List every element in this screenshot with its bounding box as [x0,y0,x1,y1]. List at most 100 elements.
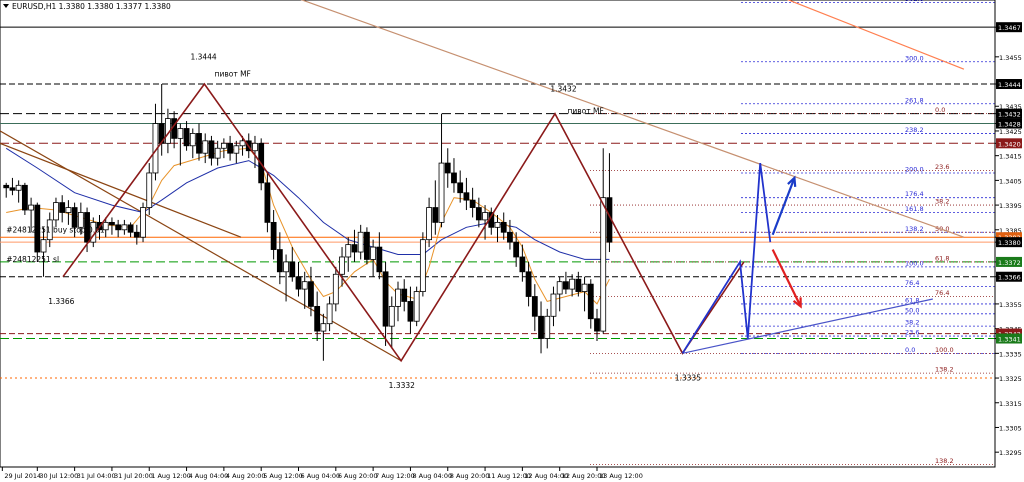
candle-body [401,288,408,302]
fib-level-blue-label: 161.8 [905,205,924,213]
price-label: 1.3305 [999,424,1022,432]
candle-body [283,261,289,273]
candle-body [65,207,72,213]
candle-body [320,323,327,332]
fib-level-red-label: 138.2 [935,366,954,374]
chart-annotation: #24812251 sl [6,255,59,264]
fib-level-blue-label: 23.6 [905,329,919,337]
candle-body [482,212,488,221]
candle-body [233,145,240,154]
price-label: 1.3405 [999,177,1022,185]
candle-body [463,192,470,201]
candle-body [189,133,196,147]
candle-body [276,249,283,273]
candle-body [594,318,600,332]
candle-body [451,172,457,184]
candle-body [563,281,569,290]
price-label: 1.3295 [999,449,1022,457]
time-label: 4 Aug 04:00 [189,472,229,480]
candle-body [457,182,464,194]
candle-body [364,231,370,260]
candle-body [220,142,227,149]
candle-body [513,241,520,258]
candle-body [40,239,47,253]
fib-level-blue-label: 261.8 [905,96,924,104]
candle-body [214,147,221,159]
candle-body [438,162,445,223]
candle-body [395,288,401,307]
price-label: 1.3467 [998,24,1021,32]
chart-annotation: #24812251 buy stop 0.01 [6,225,105,234]
candle-body [3,184,10,189]
candle-body [475,207,482,221]
candle-body [544,315,551,339]
chart-annotation: 1.3335 [675,374,701,383]
fib-level-blue-label: 361.8 [905,0,924,3]
price-label: 1.3325 [999,375,1022,383]
candle-body [21,184,28,211]
price-label: 1.3395 [999,202,1022,210]
candle-body [127,224,134,233]
candle-body [413,291,420,322]
fib-level-red-label: 138.2 [935,457,954,465]
candle-body [301,281,308,290]
candle-body [569,278,576,290]
price-chart[interactable]: 361.8 300.0 261.8 238.2 200.0 176.4 161.8 138.2… [0,0,1024,482]
time-label: 30 Jul 12:00 [39,472,78,480]
fib-level-blue-label: 138.2 [905,225,924,233]
candle-body [121,224,128,231]
price-label: 1.3341 [998,336,1021,344]
price-label: 1.3315 [999,400,1022,408]
fib-level-red-label: 100.0 [935,346,954,354]
candle-body [239,140,246,147]
candle-body [208,140,215,159]
fib-level-red-label: 38.2 [935,198,949,206]
time-label: 7 Aug 12:00 [375,472,415,480]
fib-level-blue-label: 76.4 [905,279,919,287]
candle-body [587,283,594,320]
candle-body [519,256,526,273]
time-label: 31 Jul 04:00 [77,472,116,480]
candle-body [326,303,333,325]
candle-body [133,231,140,238]
price-axis[interactable]: 1.34671.34551.34441.34351.34321.34281.34… [994,0,1022,467]
chart-annotation: 1.3366 [48,297,74,306]
candle-body [370,246,377,260]
fib-level-blue-label: 0.0 [905,346,915,354]
candle-body [432,207,439,223]
price-label: 1.3425 [999,128,1022,136]
time-label: 6 Aug 20:00 [338,472,378,480]
candle-body [600,197,607,332]
candle-body [140,207,146,238]
candle-body [59,202,66,213]
candle-body [177,128,184,139]
price-label: 1.3444 [998,81,1021,89]
fib-level-red-label: 0.0 [935,106,945,114]
candle-body [270,221,277,250]
candle-body [109,221,115,226]
time-label: 1 Aug 12:00 [151,472,191,480]
time-axis[interactable]: 29 Jul 201430 Jul 12:0031 Jul 04:0031 Ju… [0,466,995,480]
time-label: 8 Aug 04:00 [412,472,452,480]
candle-body [28,204,34,211]
price-label: 1.3432 [998,111,1021,119]
price-label: 1.3372 [998,259,1021,267]
price-label: 1.3355 [999,301,1022,309]
fib-level-blue-label: 200.0 [905,165,924,173]
price-label: 1.3335 [999,350,1022,358]
fib-level-blue-label: 176.4 [905,190,924,198]
price-label: 1.3455 [999,54,1022,62]
candle-body [183,128,190,147]
candle-body [252,142,258,152]
time-label: 13 Aug 12:00 [599,472,643,480]
fib-level-blue-label: 238.2 [905,126,924,134]
candle-body [289,261,296,278]
candle-body [339,256,345,275]
candle-body [426,207,432,241]
candle-body [531,296,538,317]
candle-body [469,199,476,208]
candle-body [382,271,389,327]
candle-body [314,305,321,332]
time-label: 29 Jul 2014 [4,472,41,480]
candle-body [53,202,59,221]
